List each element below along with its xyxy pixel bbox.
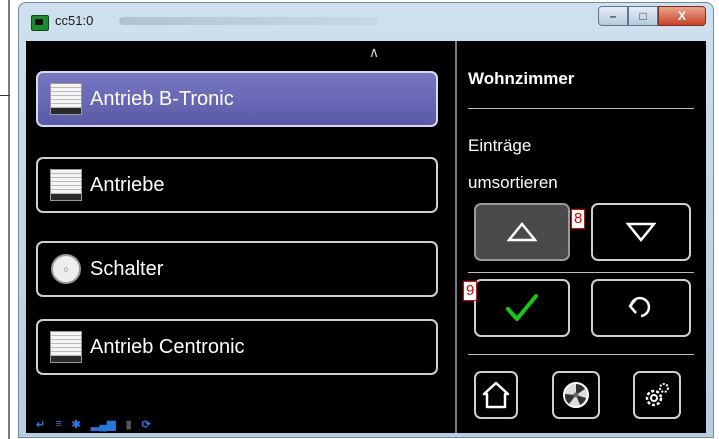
room-title: Wohnzimmer — [468, 69, 575, 88]
triangle-down-icon — [626, 222, 656, 242]
list-item[interactable]: ○ Schalter — [36, 241, 438, 297]
sync-icon: ⟳ — [141, 418, 151, 431]
list-item-label: Antrieb Centronic — [90, 335, 245, 358]
annotation-marker-9: 9 — [463, 281, 478, 301]
panel-separator — [468, 272, 694, 273]
shutter-icon — [50, 169, 82, 201]
annotation-marker-8: 8 — [571, 209, 586, 229]
undo-icon — [628, 296, 651, 318]
window-title: cc51:0 — [55, 13, 94, 28]
close-button[interactable]: X — [658, 6, 706, 26]
switch-icon: ○ — [51, 254, 81, 284]
settings-button[interactable] — [633, 371, 681, 419]
confirm-button[interactable] — [474, 279, 570, 337]
home-icon — [482, 381, 510, 409]
title-bar[interactable]: cc51:0 – □ X — [19, 3, 713, 41]
checkmark-icon — [506, 294, 538, 321]
panel-separator — [468, 354, 694, 355]
battery-icon: ▮ — [125, 418, 132, 431]
network-icon: ≡ — [55, 418, 62, 430]
left-edge-bar — [8, 0, 10, 439]
list-item-label: Antrieb B-Tronic — [90, 87, 234, 110]
move-up-button[interactable] — [474, 203, 570, 261]
status-bar: ↵ ≡ ✱ ▂▄▆ ▮ ⟳ — [36, 417, 151, 431]
maximize-button[interactable]: □ — [628, 6, 658, 26]
scroll-up-icon[interactable]: ∧ — [363, 44, 385, 60]
signal-strength-icon: ▂▄▆ — [90, 418, 116, 431]
move-down-button[interactable] — [591, 203, 691, 261]
panel-separator — [468, 108, 694, 109]
title-blur — [119, 17, 379, 25]
list-item[interactable]: Antriebe — [36, 157, 438, 213]
triangle-up-icon — [507, 222, 537, 242]
home-button[interactable] — [474, 371, 518, 419]
main-content: ∧ Antrieb B-Tronic Antriebe ○ Schalter A… — [26, 41, 706, 433]
list-item[interactable]: Antrieb B-Tronic — [36, 71, 438, 127]
minimize-button[interactable]: – — [598, 6, 628, 26]
undo-button[interactable] — [591, 279, 691, 337]
app-window: cc51:0 – □ X ∧ Antrieb B-Tronic Antriebe… — [18, 2, 714, 438]
panel-divider — [455, 41, 457, 433]
bluetooth-icon: ✱ — [71, 418, 81, 431]
shutter-icon — [50, 83, 82, 115]
window-controls: – □ X — [598, 6, 706, 26]
devices-button[interactable] — [552, 371, 600, 419]
gear-icon — [645, 383, 669, 407]
list-item-label: Schalter — [90, 257, 164, 280]
left-edge-tick — [0, 95, 10, 96]
shutter-icon — [50, 331, 82, 363]
app-icon — [31, 15, 49, 31]
sort-label-line1: Einträge — [468, 136, 532, 155]
sort-label-line2: umsortieren — [468, 173, 558, 192]
list-item-label: Antriebe — [90, 173, 165, 196]
fan-icon — [563, 382, 589, 408]
list-item[interactable]: Antrieb Centronic — [36, 319, 438, 375]
connection-icon: ↵ — [36, 418, 46, 431]
